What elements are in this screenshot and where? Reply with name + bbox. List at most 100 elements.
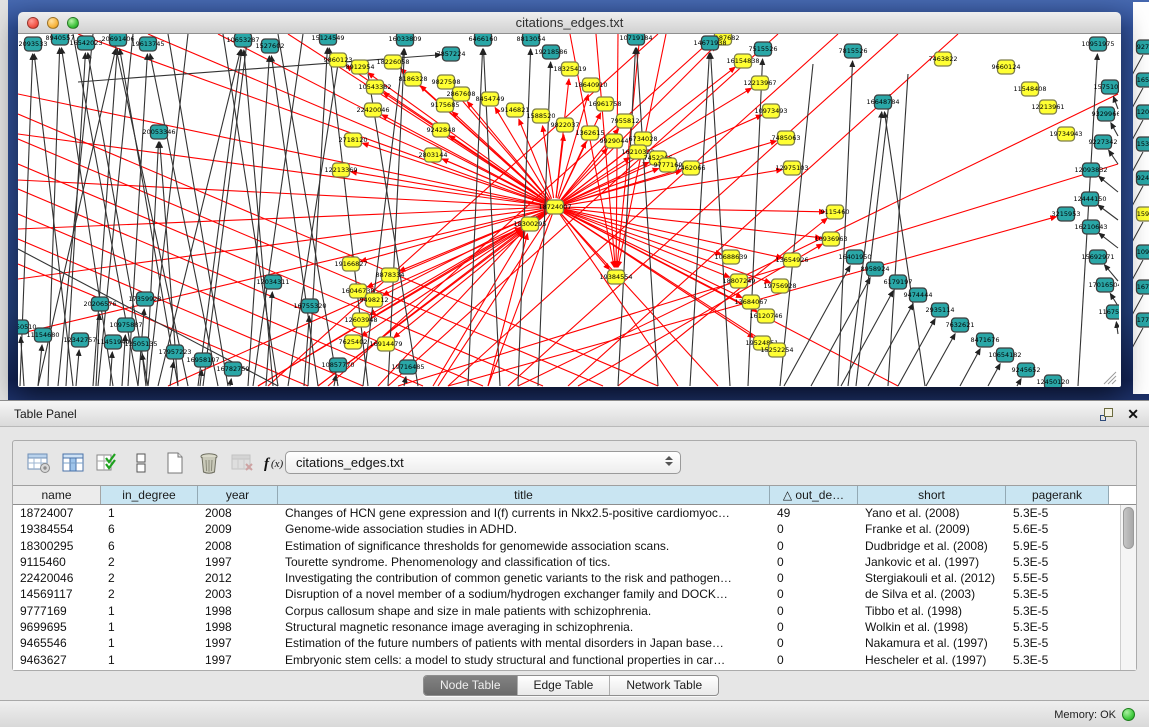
table-cell[interactable]: 0 — [770, 586, 858, 602]
table-row[interactable]: 1456911722003Disruption of a novel membe… — [13, 586, 1120, 602]
table-cell[interactable]: Franke et al. (2009) — [858, 521, 1006, 537]
table-row[interactable]: 969969511998Structural magnetic resonanc… — [13, 619, 1120, 635]
table-cell[interactable]: Tibbo et al. (1998) — [858, 603, 1006, 619]
table-cell[interactable]: 2008 — [198, 538, 278, 554]
table-cell[interactable]: 5.3E-5 — [1006, 635, 1109, 651]
table-row[interactable]: 946554611997Estimation of the future num… — [13, 635, 1120, 651]
close-panel-icon[interactable]: ✕ — [1127, 407, 1139, 421]
table-cell[interactable]: Yano et al. (2008) — [858, 505, 1006, 521]
table-cell[interactable]: 49 — [770, 505, 858, 521]
network-window[interactable]: citations_edges.txt 18724007986012389129… — [18, 12, 1121, 387]
table-row[interactable]: 1872400712008Changes of HCN gene express… — [13, 505, 1120, 521]
table-cell[interactable]: Dudbridge et al. (2008) — [858, 538, 1006, 554]
table-cell[interactable]: Wolkin et al. (1998) — [858, 619, 1006, 635]
tab-network-table[interactable]: Network Table — [610, 676, 718, 695]
table-cell[interactable]: Genome-wide association studies in ADHD. — [278, 521, 770, 537]
table-scrollbar-thumb[interactable] — [1123, 507, 1134, 549]
table-cell[interactable]: 1 — [101, 505, 198, 521]
table-cell[interactable]: 5.3E-5 — [1006, 603, 1109, 619]
delete-table-icon[interactable] — [227, 448, 259, 478]
table-cell[interactable]: 2003 — [198, 586, 278, 602]
zoom-button[interactable] — [67, 17, 79, 29]
resize-grip[interactable] — [1104, 372, 1116, 384]
column-header-title[interactable]: title — [278, 486, 770, 504]
table-cell[interactable]: 5.9E-5 — [1006, 538, 1109, 554]
table-cell[interactable]: 0 — [770, 619, 858, 635]
table-cell[interactable]: Investigating the contribution of common… — [278, 570, 770, 586]
table-cell[interactable]: 9699695 — [13, 619, 101, 635]
column-header-out_de[interactable]: △ out_de… — [770, 486, 858, 504]
table-settings-icon[interactable] — [23, 448, 55, 478]
table-cell[interactable]: 1 — [101, 603, 198, 619]
table-cell[interactable]: 18300295 — [13, 538, 101, 554]
table-cell[interactable]: Hescheler et al. (1997) — [858, 652, 1006, 668]
column-header-short[interactable]: short — [858, 486, 1006, 504]
table-cell[interactable]: Structural magnetic resonance image aver… — [278, 619, 770, 635]
column-header-year[interactable]: year — [198, 486, 278, 504]
table-cell[interactable]: 2009 — [198, 521, 278, 537]
table-cell[interactable]: Stergiakouli et al. (2012) — [858, 570, 1006, 586]
table-cell[interactable]: 1998 — [198, 619, 278, 635]
column-header-in_degree[interactable]: in_degree — [101, 486, 198, 504]
table-cell[interactable]: 5.3E-5 — [1006, 652, 1109, 668]
table-cell[interactable]: 1 — [101, 635, 198, 651]
table-cell[interactable]: Tourette syndrome. Phenomenology and cla… — [278, 554, 770, 570]
table-cell[interactable]: 2008 — [198, 505, 278, 521]
table-cell[interactable]: 9115460 — [13, 554, 101, 570]
table-cell[interactable]: 19384554 — [13, 521, 101, 537]
table-cell[interactable]: 1 — [101, 619, 198, 635]
table-cell[interactable]: 0 — [770, 554, 858, 570]
table-cell[interactable]: 2 — [101, 570, 198, 586]
table-cell[interactable]: 1 — [101, 652, 198, 668]
table-cell[interactable]: 2 — [101, 586, 198, 602]
column-header-name[interactable]: name — [13, 486, 101, 504]
table-cell[interactable]: 22420046 — [13, 570, 101, 586]
tab-node-table[interactable]: Node Table — [424, 676, 518, 695]
table-cell[interactable]: 5.3E-5 — [1006, 554, 1109, 570]
table-cell[interactable]: 0 — [770, 603, 858, 619]
table-cell[interactable]: 0 — [770, 570, 858, 586]
table-cell[interactable]: 6 — [101, 538, 198, 554]
table-cell[interactable]: 9465546 — [13, 635, 101, 651]
table-cell[interactable]: 2 — [101, 554, 198, 570]
tab-edge-table[interactable]: Edge Table — [518, 676, 611, 695]
table-cell[interactable]: Estimation of the future numbers of pati… — [278, 635, 770, 651]
table-cell[interactable]: Corpus callosum shape and size in male p… — [278, 603, 770, 619]
table-cell[interactable]: 14569117 — [13, 586, 101, 602]
network-view[interactable]: 1872400798601238912954182260588186328105… — [18, 34, 1121, 387]
table-row[interactable]: 977716911998Corpus callosum shape and si… — [13, 603, 1120, 619]
table-cell[interactable]: 1997 — [198, 652, 278, 668]
table-cell[interactable]: 0 — [770, 635, 858, 651]
table-cell[interactable]: 1997 — [198, 635, 278, 651]
table-cell[interactable]: 5.3E-5 — [1006, 586, 1109, 602]
table-cell[interactable]: Nakamura et al. (1997) — [858, 635, 1006, 651]
table-cell[interactable]: 5.3E-5 — [1006, 505, 1109, 521]
network-window-titlebar[interactable]: citations_edges.txt — [18, 12, 1121, 34]
float-window-icon[interactable] — [1100, 408, 1113, 421]
row-height-icon[interactable] — [125, 448, 157, 478]
table-cell[interactable]: 5.5E-5 — [1006, 570, 1109, 586]
select-columns-icon[interactable] — [91, 448, 123, 478]
column-header-pagerank[interactable]: pagerank — [1006, 486, 1109, 504]
table-cell[interactable]: Estimation of significance thresholds fo… — [278, 538, 770, 554]
table-cell[interactable]: Embryonic stem cells: a model to study s… — [278, 652, 770, 668]
minimize-button[interactable] — [47, 17, 59, 29]
table-cell[interactable]: 9777169 — [13, 603, 101, 619]
table-cell[interactable]: Changes of HCN gene expression and I(f) … — [278, 505, 770, 521]
table-row[interactable]: 1830029562008Estimation of significance … — [13, 538, 1120, 554]
network-canvas[interactable]: 1872400798601238912954182260588186328105… — [18, 34, 1119, 387]
table-cell[interactable]: 6 — [101, 521, 198, 537]
table-cell[interactable]: 0 — [770, 521, 858, 537]
table-cell[interactable]: Jankovic et al. (1997) — [858, 554, 1006, 570]
table-row[interactable]: 946362711997Embryonic stem cells: a mode… — [13, 652, 1120, 668]
table-selector-dropdown[interactable]: citations_edges.txt — [285, 451, 681, 474]
delete-column-icon[interactable] — [193, 448, 225, 478]
table-cell[interactable]: de Silva et al. (2003) — [858, 586, 1006, 602]
table-row[interactable]: 911546021997Tourette syndrome. Phenomeno… — [13, 554, 1120, 570]
table-cell[interactable]: 0 — [770, 652, 858, 668]
memory-ok-icon[interactable] — [1122, 708, 1135, 721]
table-cell[interactable]: 5.3E-5 — [1006, 619, 1109, 635]
close-button[interactable] — [27, 17, 39, 29]
table-cell[interactable]: 1997 — [198, 554, 278, 570]
show-columns-icon[interactable] — [57, 448, 89, 478]
